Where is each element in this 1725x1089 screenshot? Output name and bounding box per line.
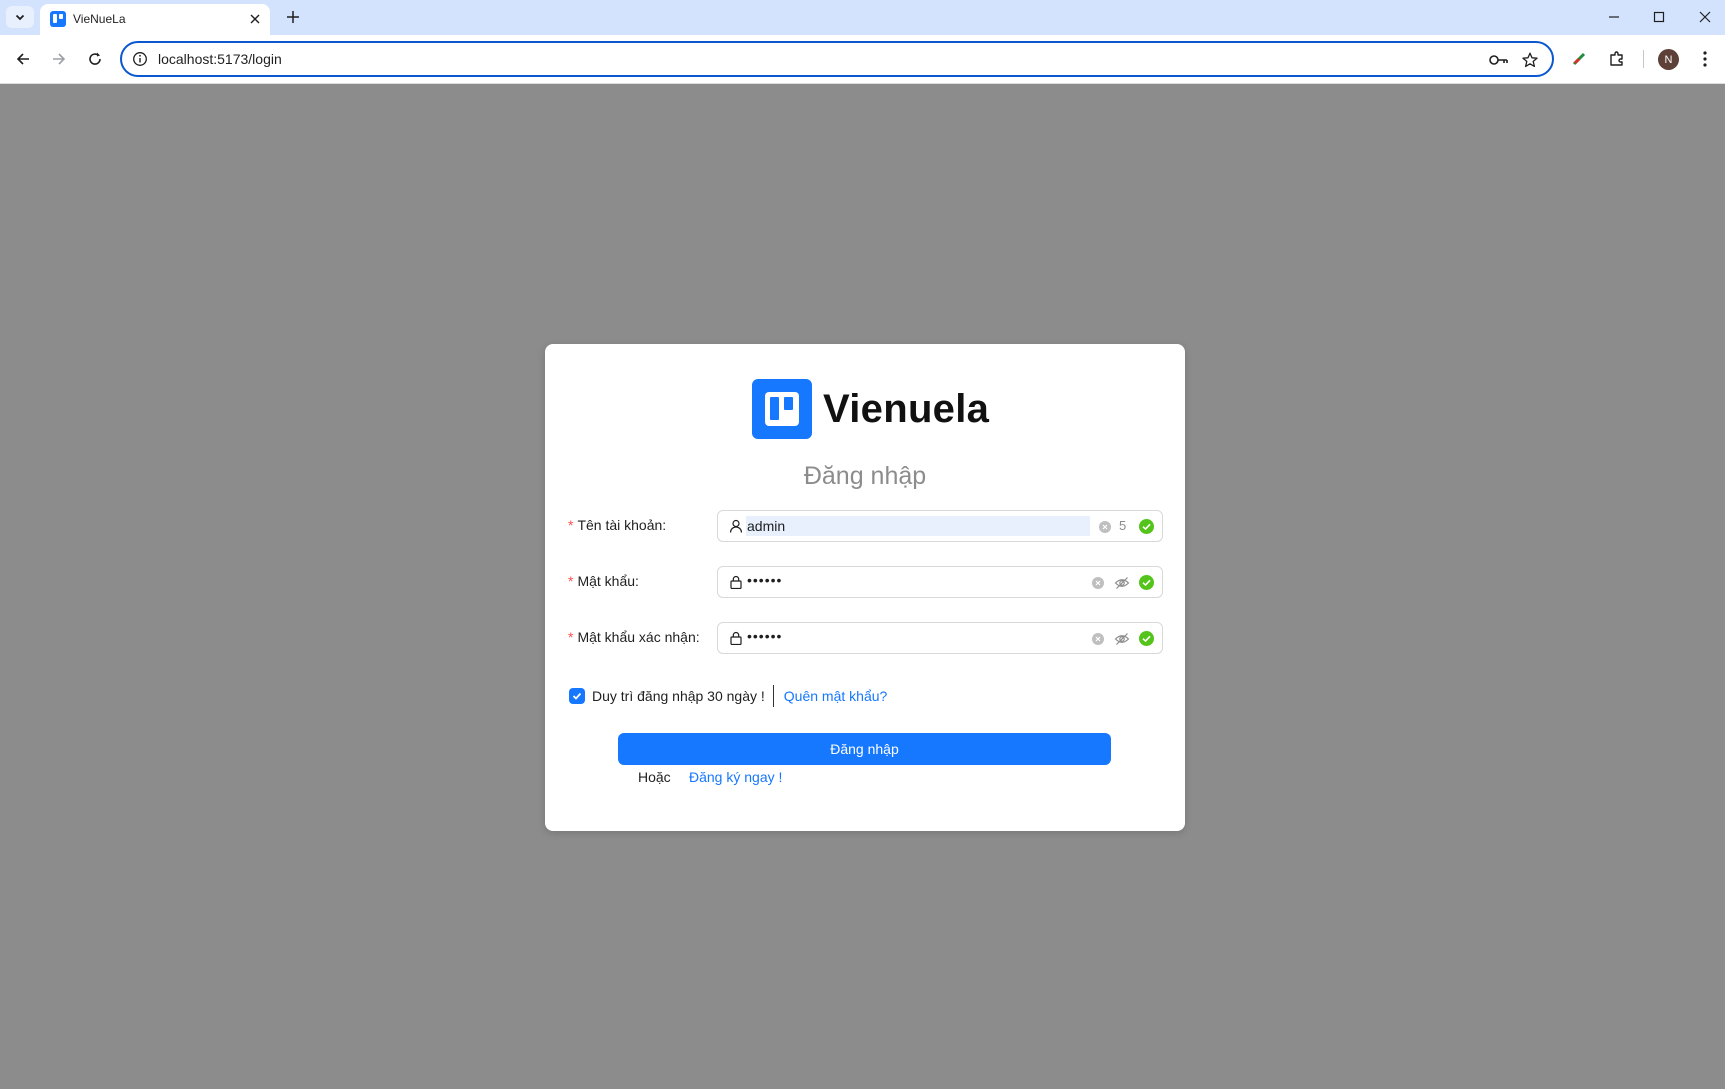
lock-icon <box>730 631 742 645</box>
eye-invisible-icon[interactable] <box>1114 631 1130 647</box>
required-mark: * <box>568 517 574 533</box>
address-bar[interactable]: localhost:5173/login <box>120 41 1554 77</box>
maximize-button[interactable] <box>1645 4 1673 30</box>
username-value: admin <box>746 516 1090 536</box>
forward-button[interactable] <box>45 45 73 73</box>
browser-tab[interactable]: VieNueLa <box>40 4 270 35</box>
close-icon <box>1699 11 1711 23</box>
clear-icon[interactable] <box>1092 633 1104 645</box>
check-circle-icon <box>1139 575 1154 590</box>
brand-logo-icon <box>752 379 812 439</box>
password-input[interactable]: •••••• <box>717 566 1163 598</box>
confirm-password-label: * Mật khẩu xác nhận: <box>568 629 700 645</box>
minimize-button[interactable] <box>1600 4 1628 30</box>
confirm-password-form-item: * Mật khẩu xác nhận: •••••• <box>568 622 1163 654</box>
eye-invisible-icon[interactable] <box>1114 575 1130 591</box>
tab-search-button[interactable] <box>6 6 34 28</box>
extensions-menu-button[interactable] <box>1604 46 1630 72</box>
maximize-icon <box>1653 11 1665 23</box>
checkmark-icon <box>572 692 582 700</box>
more-vertical-icon <box>1703 51 1707 67</box>
confirm-password-input[interactable]: •••••• <box>717 622 1163 654</box>
puzzle-icon <box>1610 51 1623 66</box>
username-form-item: * Tên tài khoản: admin 5 <box>568 510 1163 542</box>
login-submit-button[interactable]: Đăng nhập <box>618 733 1111 765</box>
reload-icon <box>89 52 101 65</box>
browser-toolbar: localhost:5173/login N <box>0 35 1725 84</box>
plus-icon <box>287 11 299 23</box>
confirm-password-masked-value: •••••• <box>747 628 783 644</box>
brand-name: Vienuela <box>823 386 990 431</box>
char-count: 5 <box>1119 518 1127 533</box>
tab-close-button[interactable] <box>246 10 264 28</box>
clear-icon[interactable] <box>1099 521 1111 533</box>
password-label: * Mật khẩu: <box>568 573 639 589</box>
arrow-right-icon <box>53 53 66 65</box>
back-button[interactable] <box>9 45 37 73</box>
extension-leaf-icon <box>1572 52 1586 66</box>
close-window-button[interactable] <box>1691 4 1719 30</box>
login-card: Vienuela Đăng nhập * Tên tài khoản: admin… <box>545 344 1185 831</box>
key-icon <box>1489 55 1508 65</box>
reload-button[interactable] <box>81 45 109 73</box>
remember-label[interactable]: Duy trì đăng nhập 30 ngày ! <box>592 688 765 704</box>
required-mark: * <box>568 573 574 589</box>
new-tab-button[interactable] <box>282 6 304 28</box>
browser-menu-button[interactable] <box>1692 46 1718 72</box>
star-icon <box>1522 52 1538 68</box>
page-title: Đăng nhập <box>803 462 927 490</box>
check-circle-icon <box>1139 631 1154 646</box>
remember-row: Duy trì đăng nhập 30 ngày ! Quên mật khẩ… <box>569 685 887 707</box>
password-key-button[interactable] <box>1488 49 1510 71</box>
username-input[interactable]: admin 5 <box>717 510 1163 542</box>
register-link[interactable]: Đăng ký ngay ! <box>689 769 782 785</box>
toolbar-divider <box>1643 50 1644 68</box>
minimize-icon <box>1609 16 1619 18</box>
vertical-divider <box>772 685 774 707</box>
user-icon <box>729 519 743 533</box>
username-label: * Tên tài khoản: <box>568 517 667 533</box>
tab-title: VieNueLa <box>73 12 126 26</box>
remember-checkbox[interactable] <box>569 688 585 704</box>
bookmark-button[interactable] <box>1519 49 1541 71</box>
app-favicon-icon <box>50 11 66 27</box>
site-info-icon[interactable] <box>132 51 148 67</box>
check-circle-icon <box>1139 519 1154 534</box>
lock-icon <box>730 575 742 589</box>
password-form-item: * Mật khẩu: •••••• <box>568 566 1163 598</box>
forgot-password-link[interactable]: Quên mật khẩu? <box>784 688 888 704</box>
url-text: localhost:5173/login <box>158 51 282 67</box>
profile-avatar[interactable]: N <box>1658 49 1679 70</box>
close-icon <box>250 14 260 24</box>
arrow-left-icon <box>16 53 29 65</box>
brand-header: Vienuela <box>752 379 989 439</box>
required-mark: * <box>568 629 574 645</box>
clear-icon[interactable] <box>1092 577 1104 589</box>
extension-button[interactable] <box>1566 46 1592 72</box>
chevron-down-icon <box>15 14 25 21</box>
password-masked-value: •••••• <box>747 572 783 588</box>
browser-tab-bar: VieNueLa <box>0 0 1725 35</box>
or-text: Hoặc <box>638 769 671 785</box>
